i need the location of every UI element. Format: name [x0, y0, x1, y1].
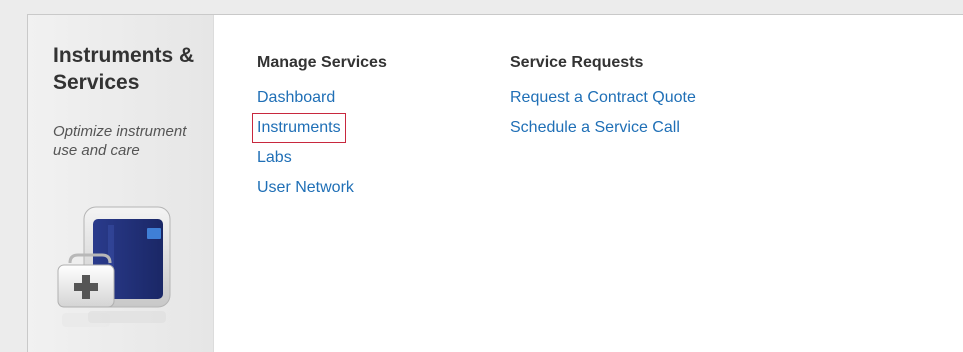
sidebar: Instruments & Services Optimize instrume…: [28, 15, 214, 352]
sidebar-subtitle: Optimize instrument use and care: [53, 123, 187, 159]
list-item: Dashboard: [257, 88, 387, 118]
service-requests-column: Service Requests Request a Contract Quot…: [510, 53, 696, 148]
instruments-link[interactable]: Instruments: [252, 113, 346, 143]
instrument-with-medical-kit-icon: [48, 203, 178, 352]
manage-services-column: Manage Services Dashboard Instruments La…: [252, 53, 387, 208]
service-requests-list: Request a Contract Quote Schedule a Serv…: [510, 88, 696, 148]
manage-services-list: Dashboard Instruments Labs User Network: [252, 88, 387, 208]
dashboard-link[interactable]: Dashboard: [257, 88, 335, 108]
manage-services-heading: Manage Services: [257, 54, 387, 71]
list-item: User Network: [257, 178, 387, 208]
list-item: Labs: [257, 148, 387, 178]
services-panel: Instruments & Services Optimize instrume…: [27, 14, 963, 352]
labs-link[interactable]: Labs: [257, 148, 292, 168]
list-item: Request a Contract Quote: [510, 88, 696, 118]
user-network-link[interactable]: User Network: [257, 178, 354, 198]
schedule-service-call-link[interactable]: Schedule a Service Call: [510, 118, 680, 138]
sidebar-title: Instruments & Services: [53, 44, 195, 94]
service-requests-heading: Service Requests: [510, 54, 644, 71]
list-item: Instruments: [252, 113, 387, 148]
request-contract-quote-link[interactable]: Request a Contract Quote: [510, 88, 696, 108]
list-item: Schedule a Service Call: [510, 118, 696, 148]
